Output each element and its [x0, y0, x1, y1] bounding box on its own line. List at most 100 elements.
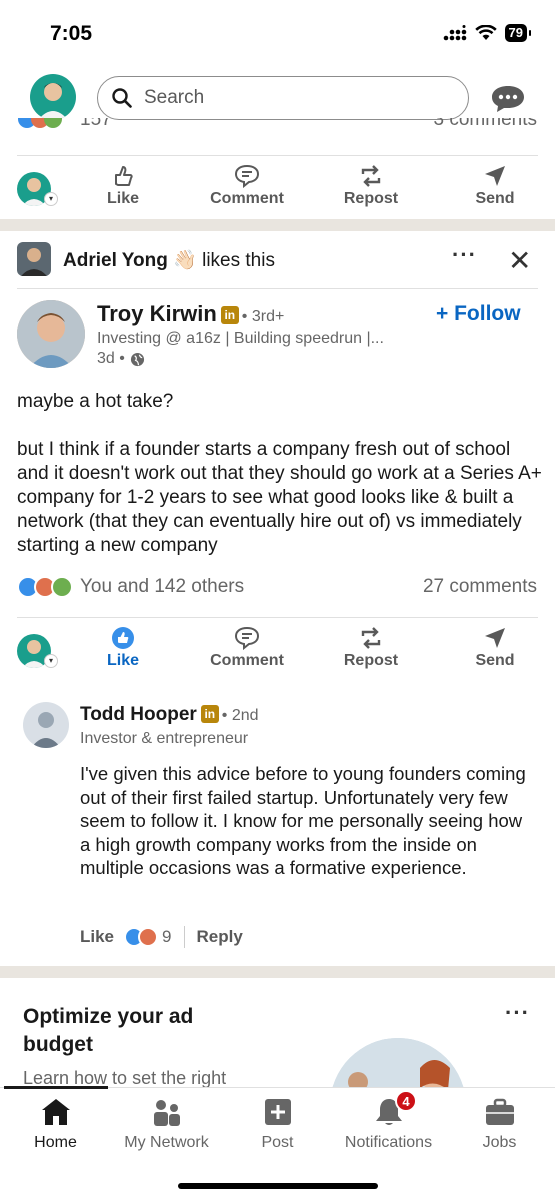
like-button[interactable]: Like: [68, 164, 178, 208]
divider: [183, 926, 185, 948]
person-photo-icon: [38, 83, 68, 120]
commenter-avatar[interactable]: [23, 702, 69, 748]
comment: Todd Hooper in • 2nd Investor & entreprene…: [0, 700, 555, 960]
ad-title[interactable]: Optimize your ad budget: [23, 1003, 203, 1059]
comment-icon: [234, 626, 260, 650]
nav-post-label: Post: [261, 1134, 294, 1151]
home-icon: [41, 1099, 70, 1125]
author-headline: Investing @ a16z | Building speedrun |..…: [97, 330, 384, 347]
default-person-icon: [31, 712, 61, 748]
connection-degree: • 3rd+: [241, 308, 285, 325]
social-context-text: Adriel Yong 👋🏻 likes this: [63, 248, 275, 272]
action-bar: ▾ Like Comment Repost Send: [0, 626, 555, 688]
search-input[interactable]: Search: [97, 76, 469, 120]
like-button[interactable]: Like: [68, 626, 178, 670]
more-options-icon[interactable]: ···: [505, 1000, 530, 1026]
author-name-row: Troy Kirwin in • 3rd+: [97, 301, 284, 327]
search-icon: [112, 88, 132, 108]
profile-avatar[interactable]: [30, 74, 76, 120]
cellular-signal-icon: [443, 25, 466, 41]
nav-jobs[interactable]: Jobs: [444, 1096, 555, 1152]
comment-button[interactable]: Comment: [192, 164, 302, 208]
liker-avatar[interactable]: [17, 242, 51, 276]
battery-indicator: 79: [504, 24, 532, 42]
chevron-down-icon: ▾: [44, 654, 58, 668]
post-meta: 3d •: [97, 350, 145, 368]
comment-label: Comment: [210, 190, 284, 207]
close-icon[interactable]: ✕: [508, 244, 531, 277]
comment-body: I've given this advice before to young f…: [80, 763, 526, 878]
like-label: Like: [106, 652, 139, 669]
status-bar: 7:05 79: [0, 0, 555, 64]
chevron-down-icon: ▾: [44, 192, 58, 206]
comment-reaction-icons: [124, 927, 159, 947]
comment-like-button[interactable]: Like: [80, 927, 114, 947]
action-bar: ▾ Like Comment Repost Send: [0, 164, 555, 226]
send-icon: [485, 166, 505, 186]
feed-separator: [0, 966, 555, 978]
wifi-icon: [474, 25, 497, 40]
wave-emoji: 👋🏻: [173, 250, 197, 271]
reactions-summary[interactable]: You and 142 others 27 comments: [0, 574, 555, 600]
home-indicator[interactable]: [178, 1183, 378, 1189]
author-avatar[interactable]: [17, 300, 85, 368]
plus-square-icon: [264, 1099, 291, 1125]
more-options-icon[interactable]: ···: [452, 242, 477, 268]
send-label: Send: [475, 652, 515, 669]
notification-count-badge: 4: [395, 1090, 417, 1112]
messaging-icon[interactable]: [490, 84, 526, 114]
repost-label: Repost: [343, 652, 399, 669]
reaction-count[interactable]: You and 142 others: [80, 576, 244, 598]
reaction-icons: [18, 118, 62, 128]
post-time: 3d •: [97, 350, 125, 367]
previous-post-reactions: 157 3 comments: [0, 118, 555, 134]
comment-button[interactable]: Comment: [192, 626, 302, 670]
liker-name[interactable]: Adriel Yong: [63, 250, 168, 271]
social-action: likes this: [202, 250, 275, 271]
network-icon: [153, 1100, 180, 1126]
nav-post[interactable]: Post: [222, 1096, 333, 1152]
nav-home-label: Home: [34, 1134, 77, 1151]
search-placeholder: Search: [144, 87, 205, 108]
globe-icon: [130, 352, 144, 366]
commenter-headline: Investor & entrepreneur: [80, 730, 249, 747]
like-label: Like: [106, 190, 139, 207]
repost-button[interactable]: Repost: [316, 626, 426, 670]
nav-my-network-label: My Network: [124, 1134, 209, 1151]
connection-degree: • 2nd: [221, 707, 259, 724]
comment-label: Comment: [210, 652, 284, 669]
divider: [17, 617, 538, 618]
send-button[interactable]: Send: [440, 626, 550, 670]
nav-notifications-label: Notifications: [344, 1134, 433, 1151]
social-context: Adriel Yong 👋🏻 likes this ··· ✕: [0, 232, 555, 288]
comments-count[interactable]: 27 comments: [423, 576, 537, 598]
active-tab-indicator: [4, 1086, 108, 1089]
like-icon: [115, 166, 133, 186]
commenter-name[interactable]: Todd Hooper: [80, 704, 197, 725]
nav-my-network[interactable]: My Network: [111, 1096, 222, 1152]
send-label: Send: [475, 190, 515, 207]
previous-reaction-count[interactable]: 157: [80, 118, 112, 131]
divider: [17, 155, 538, 156]
follow-button[interactable]: + Follow: [436, 302, 521, 326]
repost-icon: [361, 627, 381, 649]
post-author: Troy Kirwin in • 3rd+ Investing @ a16z | B…: [0, 300, 555, 380]
status-time: 7:05: [50, 22, 93, 45]
linkedin-premium-icon: in: [200, 705, 219, 723]
nav-home[interactable]: Home: [0, 1096, 111, 1152]
briefcase-icon: [485, 1098, 514, 1125]
commenter-name-row: Todd Hooper in • 2nd: [80, 704, 259, 726]
bottom-nav: Home My Network Post 4 Notifications Job…: [0, 1086, 555, 1200]
previous-comments-count[interactable]: 3 comments: [434, 118, 537, 131]
person-photo-icon: [21, 248, 47, 276]
comment-reaction-count[interactable]: 9: [162, 927, 171, 947]
nav-notifications[interactable]: 4 Notifications: [333, 1090, 444, 1152]
nav-jobs-label: Jobs: [482, 1134, 517, 1151]
reply-button[interactable]: Reply: [197, 927, 243, 947]
repost-button[interactable]: Repost: [316, 164, 426, 208]
send-button[interactable]: Send: [440, 164, 550, 208]
repost-label: Repost: [343, 190, 399, 207]
author-name[interactable]: Troy Kirwin: [97, 301, 217, 326]
status-icons: 79: [443, 24, 532, 42]
celebrate-reaction-icon: [51, 576, 73, 598]
